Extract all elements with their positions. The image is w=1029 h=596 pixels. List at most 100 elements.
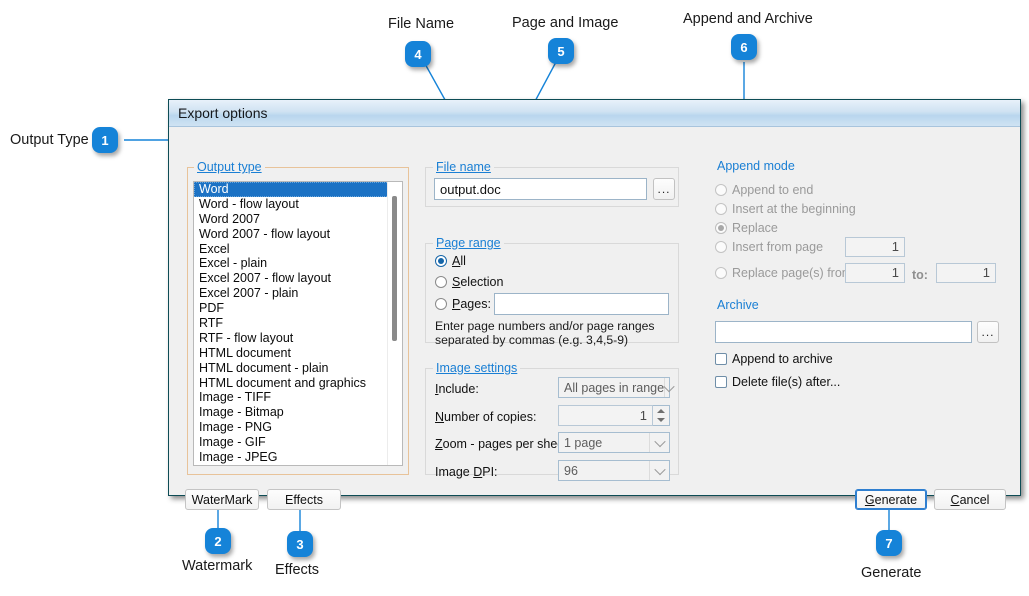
annotation-badge-6: 6 (731, 34, 757, 60)
append-mode-group-label: Append mode (714, 159, 798, 173)
cancel-button-label: Cancel (950, 492, 990, 507)
copies-input[interactable]: 1 (558, 405, 653, 426)
annotation-badge-3: 3 (287, 531, 313, 557)
output-type-item[interactable]: HTML document (194, 346, 402, 361)
radio-pages-label: Pages: (452, 297, 491, 311)
append-to-archive-checkbox[interactable] (715, 353, 727, 365)
archive-path-input[interactable] (715, 321, 972, 343)
output-type-item[interactable]: RTF (194, 316, 402, 331)
copies-label: Number of copies: (435, 410, 537, 424)
output-type-item[interactable]: Image - PNG (194, 420, 402, 435)
radio-append-to-end-icon[interactable] (715, 184, 727, 196)
page-range-hint-line1: Enter page numbers and/or page ranges (435, 319, 655, 333)
output-type-listbox[interactable]: Word Word - flow layout Word 2007 Word 2007… (193, 181, 403, 466)
replace-pages-to-input[interactable]: 1 (936, 263, 996, 283)
radio-insert-beginning-label: Insert at the beginning (732, 202, 856, 216)
replace-pages-from-input[interactable]: 1 (845, 263, 905, 283)
annotation-badge-2: 2 (205, 528, 231, 554)
image-settings-group-label: Image settings (433, 361, 521, 375)
radio-pages-icon[interactable] (435, 298, 447, 310)
output-type-item[interactable]: PDF (194, 301, 402, 316)
output-type-item[interactable]: Word (194, 182, 401, 197)
dialog-titlebar: Export options (169, 100, 1020, 127)
output-type-item[interactable]: HTML document and graphics (194, 376, 402, 391)
output-type-item[interactable]: Word 2007 - flow layout (194, 227, 402, 242)
output-type-item[interactable]: Image - TIFF (194, 390, 402, 405)
radio-replace-pages-icon[interactable] (715, 267, 727, 279)
output-type-item[interactable]: Excel 2007 - plain (194, 286, 402, 301)
effects-button[interactable]: Effects (267, 489, 341, 510)
output-type-item[interactable]: Word 2007 (194, 212, 402, 227)
file-name-browse-button[interactable]: ... (653, 178, 675, 200)
dialog-body: Output type Word Word - flow layout Word 2… (169, 127, 1020, 510)
output-type-item[interactable]: Image - Bitmap (194, 405, 402, 420)
generate-button[interactable]: Generate (855, 489, 927, 510)
radio-all-icon[interactable] (435, 255, 447, 267)
annotation-label-7: Generate (861, 565, 922, 581)
output-type-item[interactable]: Excel - plain (194, 256, 402, 271)
copies-spinner[interactable] (653, 405, 670, 426)
radio-replace-icon[interactable] (715, 222, 727, 234)
output-type-item[interactable]: Excel (194, 242, 402, 257)
radio-append-to-end-label: Append to end (732, 183, 814, 197)
delete-files-after-checkbox[interactable] (715, 376, 727, 388)
watermark-button[interactable]: WaterMark (185, 489, 259, 510)
include-combo-value: All pages in range (564, 380, 665, 395)
output-type-item[interactable]: Image - GIF (194, 435, 402, 450)
append-option-insert-from-page[interactable]: Insert from page (715, 240, 823, 254)
annotation-label-4: File Name (388, 16, 455, 32)
annotation-label-2: Watermark (182, 558, 253, 574)
annotation-badge-7: 7 (876, 530, 902, 556)
annotation-badge-1: 1 (92, 127, 118, 153)
cancel-button[interactable]: Cancel (934, 489, 1006, 510)
archive-group-label: Archive (714, 298, 762, 312)
output-type-item[interactable]: RTF - flow layout (194, 331, 402, 346)
append-option-append-to-end[interactable]: Append to end (715, 183, 813, 197)
generate-button-label: Generate (864, 492, 918, 507)
delete-files-after-checkbox-row[interactable]: Delete file(s) after... (715, 375, 840, 389)
append-to-archive-label: Append to archive (732, 352, 833, 366)
replace-pages-to-label: to: (912, 268, 928, 282)
chevron-down-icon[interactable] (649, 461, 669, 480)
output-type-scrollbar[interactable] (387, 182, 402, 465)
page-range-option-pages[interactable]: Pages: (435, 297, 491, 311)
page-range-hint: Enter page numbers and/or page ranges se… (435, 319, 655, 347)
append-option-replace[interactable]: Replace (715, 221, 778, 235)
file-name-group-label: File name (433, 160, 494, 174)
file-name-input[interactable]: output.doc (434, 178, 647, 200)
screenshot-root: Output Type Watermark Effects File Name … (0, 0, 1029, 596)
radio-insert-from-page-icon[interactable] (715, 241, 727, 253)
include-label: Include: (435, 382, 479, 396)
radio-selection-icon[interactable] (435, 276, 447, 288)
page-range-option-selection[interactable]: Selection (435, 275, 503, 289)
include-combo[interactable]: All pages in range (558, 377, 675, 398)
image-dpi-combo-value: 96 (564, 463, 578, 478)
pages-input[interactable] (494, 293, 669, 315)
output-type-item[interactable]: Image - JPEG (194, 450, 402, 465)
annotation-label-1: Output Type (10, 132, 89, 148)
spinner-up-icon[interactable] (653, 406, 669, 416)
append-option-insert-beginning[interactable]: Insert at the beginning (715, 202, 856, 216)
radio-insert-beginning-icon[interactable] (715, 203, 727, 215)
output-type-item[interactable]: Word - flow layout (194, 197, 402, 212)
image-dpi-label: Image DPI: (435, 465, 498, 479)
image-dpi-combo[interactable]: 96 (558, 460, 670, 481)
scrollbar-thumb[interactable] (392, 196, 397, 341)
chevron-down-icon[interactable] (649, 433, 669, 452)
spinner-down-icon[interactable] (653, 416, 669, 426)
output-type-list[interactable]: Word Word - flow layout Word 2007 Word 2007… (194, 182, 402, 465)
zoom-pages-combo[interactable]: 1 page (558, 432, 670, 453)
insert-from-page-input[interactable]: 1 (845, 237, 905, 257)
output-type-item[interactable]: HTML document - plain (194, 361, 402, 376)
radio-selection-label: Selection (452, 275, 504, 289)
radio-insert-from-page-label: Insert from page (732, 240, 824, 254)
output-type-item[interactable]: Excel 2007 - flow layout (194, 271, 402, 286)
append-to-archive-checkbox-row[interactable]: Append to archive (715, 352, 833, 366)
archive-browse-button[interactable]: ... (977, 321, 999, 343)
annotation-label-6: Append and Archive (683, 11, 813, 27)
append-option-replace-pages[interactable]: Replace page(s) from: (715, 266, 856, 280)
page-range-option-all[interactable]: All (435, 254, 466, 268)
annotation-badge-5: 5 (548, 38, 574, 64)
dialog-title: Export options (178, 105, 268, 121)
chevron-down-icon[interactable] (663, 378, 675, 397)
